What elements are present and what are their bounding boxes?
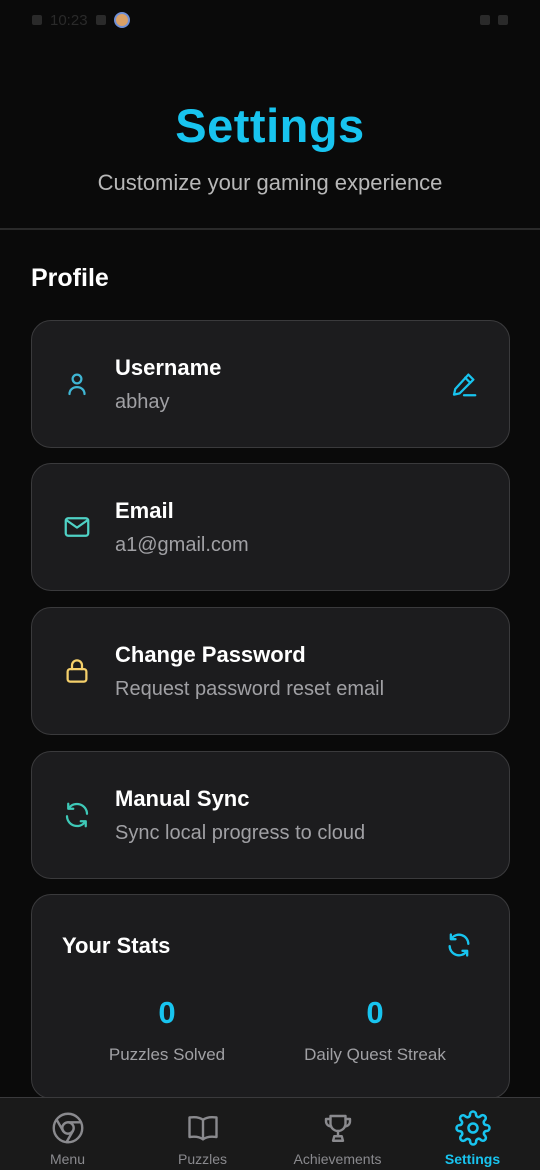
signal-icon	[480, 15, 490, 25]
nav-label-menu: Menu	[49, 1151, 86, 1167]
profile-section-title: Profile	[31, 264, 109, 292]
stat-label: Daily Quest Streak	[304, 1045, 446, 1064]
nav-item-settings[interactable]: Settings	[405, 1098, 540, 1170]
stats-title: Your Stats	[62, 933, 171, 958]
page-title: Settings	[175, 99, 365, 152]
stat-daily-quest-streak: 0 Daily Quest Streak	[275, 995, 475, 1065]
manual-sync-label: Manual Sync	[115, 786, 250, 811]
status-left: 10:23	[32, 12, 130, 29]
nav-label-achievements: Achievements	[293, 1151, 382, 1167]
email-value: a1@gmail.com	[115, 534, 249, 556]
status-right	[480, 15, 508, 25]
page-subtitle: Customize your gaming experience	[97, 170, 443, 195]
nav-label-settings: Settings	[444, 1151, 501, 1167]
mail-icon	[64, 517, 90, 537]
manual-sync-description: Sync local progress to cloud	[115, 822, 366, 844]
email-label: Email	[115, 498, 174, 523]
status-time: 10:23	[50, 11, 88, 29]
notification-icon	[32, 15, 42, 25]
user-icon	[68, 373, 86, 396]
trophy-icon	[324, 1114, 351, 1142]
nav-label-puzzles: Puzzles	[177, 1151, 228, 1167]
stat-value: 0	[366, 995, 384, 1030]
username-value: abhay	[115, 391, 170, 413]
change-password-description: Request password reset email	[115, 678, 385, 700]
stat-puzzles-solved: 0 Puzzles Solved	[67, 995, 267, 1065]
status-bar: 10:23	[0, 0, 540, 40]
battery-icon	[498, 15, 508, 25]
nav-item-menu[interactable]: Menu	[0, 1098, 135, 1170]
edit-pencil-icon[interactable]	[449, 369, 479, 399]
nav-item-puzzles[interactable]: Puzzles	[135, 1098, 270, 1170]
username-card: Username abhay	[31, 320, 510, 448]
bottom-nav: Menu Puzzles Achievements Settings	[0, 1097, 540, 1170]
page-header: Settings Customize your gaming experienc…	[0, 40, 540, 230]
change-password-card[interactable]: Change Password Request password reset e…	[31, 607, 510, 735]
stat-value: 0	[158, 995, 176, 1030]
sync-icon	[65, 802, 89, 828]
chrome-icon	[52, 1112, 83, 1144]
book-icon	[187, 1116, 218, 1141]
mail-icon	[95, 15, 106, 25]
username-label: Username	[115, 355, 222, 380]
refresh-icon[interactable]	[445, 931, 473, 959]
manual-sync-card[interactable]: Manual Sync Sync local progress to cloud	[31, 751, 510, 879]
email-card: Email a1@gmail.com	[31, 463, 510, 591]
stat-label: Puzzles Solved	[108, 1045, 226, 1064]
gear-icon	[454, 1110, 491, 1146]
stats-card: Your Stats 0 Puzzles Solved 0 Daily Ques…	[31, 894, 510, 1099]
lock-icon	[66, 659, 88, 683]
nav-item-achievements[interactable]: Achievements	[270, 1098, 405, 1170]
avatar-icon	[113, 12, 130, 28]
change-password-label: Change Password	[115, 642, 306, 667]
